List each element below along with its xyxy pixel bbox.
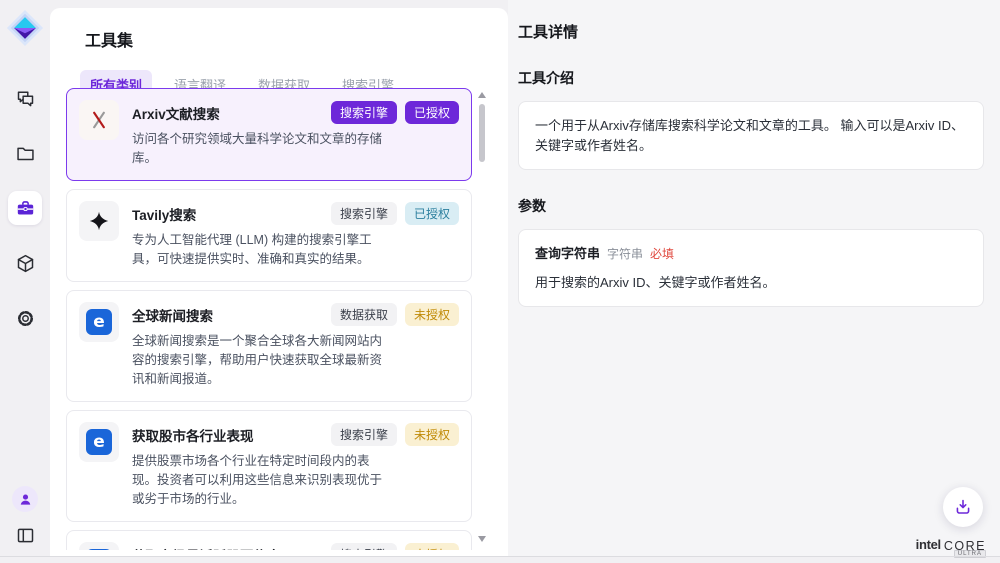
tool-card-description: 全球新闻搜索是一个聚合全球各大新闻网站内容的搜索引擎，帮助用户快速获取全球最新资… xyxy=(132,332,384,390)
tool-card[interactable]: e获取市场最活跃股票信息提供当天交易量最高的股票列表，投资者可以利用这些信息来识… xyxy=(66,530,472,550)
parameter-description: 用于搜索的Arxiv ID、关键字或作者姓名。 xyxy=(535,273,967,293)
tool-card-list: Arxiv文献搜索访问各个研究领域大量科学论文和文章的存储库。搜索引擎已授权Ta… xyxy=(66,88,472,550)
tool-card[interactable]: Arxiv文献搜索访问各个研究领域大量科学论文和文章的存储库。搜索引擎已授权 xyxy=(66,88,472,181)
parameter-box: 查询字符串 字符串 必填 用于搜索的Arxiv ID、关键字或作者姓名。 xyxy=(518,229,984,307)
tools-panel: 工具集 所有类别语言翻译数据获取搜索引擎 Arxiv文献搜索访问各个研究领域大量… xyxy=(50,8,508,556)
tool-card-description: 提供股票市场各个行业在特定时间段内的表现。投资者可以利用这些信息来识别表现优于或… xyxy=(132,452,384,510)
arxiv-icon xyxy=(79,100,119,140)
blue-e-icon: e xyxy=(79,302,119,342)
intel-core-logo: intel CORE ULTRA xyxy=(916,537,986,555)
tool-card[interactable]: e获取股市各行业表现提供股票市场各个行业在特定时间段内的表现。投资者可以利用这些… xyxy=(66,410,472,522)
scrollbar-thumb[interactable] xyxy=(479,104,485,162)
details-title: 工具详情 xyxy=(518,21,984,42)
sidebar-item-chat[interactable] xyxy=(8,81,42,115)
intro-box: 一个用于从Arxiv存储库搜索科学论文和文章的工具。 输入可以是Arxiv ID… xyxy=(518,101,984,170)
tool-card[interactable]: e全球新闻搜索全球新闻搜索是一个聚合全球各大新闻网站内容的搜索引擎，帮助用户快速… xyxy=(66,290,472,402)
auth-status-badge: 未授权 xyxy=(405,423,459,446)
intro-text: 一个用于从Arxiv存储库搜索科学论文和文章的工具。 输入可以是Arxiv ID… xyxy=(535,118,964,153)
auth-status-badge: 已授权 xyxy=(405,101,459,124)
blue-e-glyph: e xyxy=(86,309,112,335)
tool-card[interactable]: Tavily搜索专为人工智能代理 (LLM) 构建的搜索引擎工具，可快速提供实时… xyxy=(66,189,472,282)
auth-status-badge: 未授权 xyxy=(405,303,459,326)
app-logo-icon xyxy=(6,9,44,47)
parameter-type: 字符串 xyxy=(607,245,643,263)
page-title: 工具集 xyxy=(50,8,508,51)
blue-e-glyph: e xyxy=(86,549,112,550)
download-button[interactable] xyxy=(943,487,983,527)
settings-icon xyxy=(15,308,36,329)
sidebar-item-toolbox[interactable] xyxy=(8,191,42,225)
tool-details-panel: 工具详情 工具介绍 一个用于从Arxiv存储库搜索科学论文和文章的工具。 输入可… xyxy=(508,0,1000,556)
blue-e-icon: e xyxy=(79,422,119,462)
download-icon xyxy=(953,497,973,517)
chat-icon xyxy=(15,88,36,109)
sidebar-item-folder[interactable] xyxy=(8,136,42,170)
category-badge: 数据获取 xyxy=(331,303,397,326)
auth-status-badge: 已授权 xyxy=(405,202,459,225)
folder-icon xyxy=(15,143,36,164)
toolbox-icon xyxy=(15,198,36,219)
scroll-up-arrow-icon[interactable] xyxy=(478,92,486,98)
sidebar xyxy=(0,0,50,556)
blue-e-glyph: e xyxy=(86,429,112,455)
category-badge: 搜索引擎 xyxy=(331,423,397,446)
tool-card-description: 专为人工智能代理 (LLM) 构建的搜索引擎工具，可快速提供实时、准确和真实的结… xyxy=(132,231,384,270)
tool-card-description: 访问各个研究领域大量科学论文和文章的存储库。 xyxy=(132,130,384,169)
sidebar-item-cube[interactable] xyxy=(8,246,42,280)
auth-status-badge: 未授权 xyxy=(405,543,459,550)
cube-icon xyxy=(15,253,36,274)
parameter-name: 查询字符串 xyxy=(535,244,600,264)
category-badge: 搜索引擎 xyxy=(331,101,397,124)
intro-heading: 工具介绍 xyxy=(518,68,984,88)
tavily-icon xyxy=(79,201,119,241)
category-badge: 搜索引擎 xyxy=(331,202,397,225)
panel-toggle-icon[interactable] xyxy=(12,522,38,548)
parameter-required-badge: 必填 xyxy=(650,245,674,263)
params-heading: 参数 xyxy=(518,196,984,216)
list-scrollbar[interactable] xyxy=(477,92,487,542)
intel-wordmark: intel xyxy=(916,537,941,552)
sidebar-nav xyxy=(8,81,42,335)
sidebar-item-settings[interactable] xyxy=(8,301,42,335)
blue-e-icon: e xyxy=(79,542,119,550)
scroll-down-arrow-icon[interactable] xyxy=(478,536,486,542)
window-bottom-divider xyxy=(0,556,1000,557)
category-badge: 搜索引擎 xyxy=(331,543,397,550)
user-avatar[interactable] xyxy=(12,486,38,512)
sidebar-bottom xyxy=(0,486,50,548)
